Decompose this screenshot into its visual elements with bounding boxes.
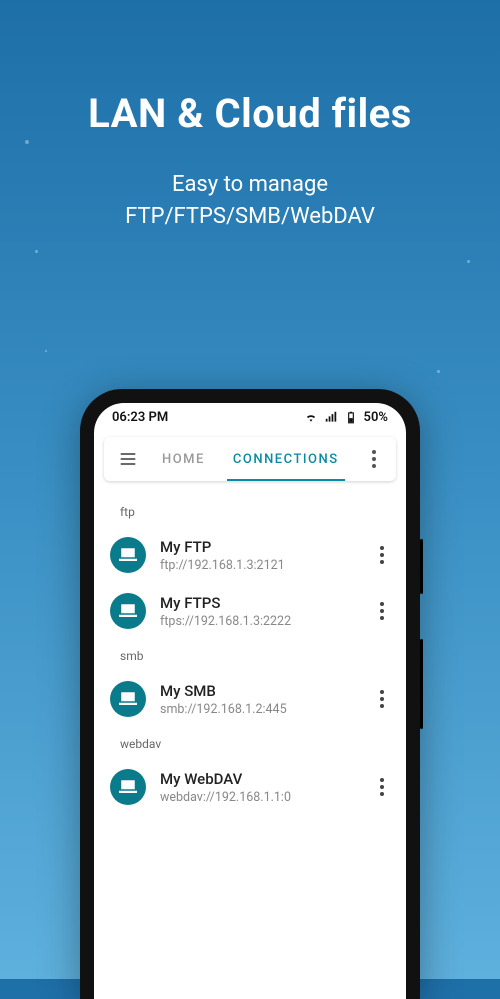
toolbar: HOME CONNECTIONS	[104, 437, 396, 481]
overflow-menu-button[interactable]	[356, 437, 392, 481]
connection-title: My FTPS	[160, 594, 366, 612]
battery-percent: 50%	[364, 410, 388, 425]
connection-address: webdav://192.168.1.1:0	[160, 790, 366, 805]
laptop-icon	[110, 593, 146, 629]
signal-icon	[324, 410, 338, 424]
more-vert-icon	[380, 690, 384, 708]
section-label-smb: smb	[94, 639, 406, 671]
row-menu-button[interactable]	[366, 591, 398, 631]
battery-icon	[344, 410, 358, 424]
promo-subtitle: Easy to manage FTP/FTPS/SMB/WebDAV	[0, 169, 500, 233]
promo-line2: FTP/FTPS/SMB/WebDAV	[0, 201, 500, 233]
row-menu-button[interactable]	[366, 767, 398, 807]
connection-address: ftp://192.168.1.3:2121	[160, 558, 366, 573]
more-vert-icon	[380, 778, 384, 796]
row-menu-button[interactable]	[366, 679, 398, 719]
connections-list: ftp My FTP ftp://192.168.1.3:2121 My FTP…	[94, 481, 406, 815]
section-label-webdav: webdav	[94, 727, 406, 759]
promo-line1: Easy to manage	[0, 169, 500, 201]
connection-address: ftps://192.168.1.3:2222	[160, 614, 366, 629]
more-vert-icon	[380, 602, 384, 620]
tab-connections[interactable]: CONNECTIONS	[219, 437, 353, 481]
connection-title: My FTP	[160, 538, 366, 556]
tab-home[interactable]: HOME	[148, 437, 219, 481]
status-time: 06:23 PM	[112, 410, 168, 425]
more-vert-icon	[380, 546, 384, 564]
connection-address: smb://192.168.1.2:445	[160, 702, 366, 717]
menu-button[interactable]	[108, 437, 148, 481]
phone-screen: 06:23 PM 50% HOME CONNECTIONS ftp	[94, 403, 406, 999]
connection-row[interactable]: My WebDAV webdav://192.168.1.1:0	[94, 759, 406, 815]
connection-title: My SMB	[160, 682, 366, 700]
more-vert-icon	[372, 450, 376, 468]
wifi-icon	[304, 410, 318, 424]
promo-title: LAN & Cloud files	[0, 90, 500, 137]
connection-title: My WebDAV	[160, 770, 366, 788]
phone-frame: 06:23 PM 50% HOME CONNECTIONS ftp	[80, 389, 420, 999]
laptop-icon	[110, 769, 146, 805]
laptop-icon	[110, 681, 146, 717]
connection-row[interactable]: My FTPS ftps://192.168.1.3:2222	[94, 583, 406, 639]
laptop-icon	[110, 537, 146, 573]
section-label-ftp: ftp	[94, 495, 406, 527]
hamburger-icon	[118, 449, 138, 469]
status-bar: 06:23 PM 50%	[94, 403, 406, 431]
connection-row[interactable]: My SMB smb://192.168.1.2:445	[94, 671, 406, 727]
row-menu-button[interactable]	[366, 535, 398, 575]
connection-row[interactable]: My FTP ftp://192.168.1.3:2121	[94, 527, 406, 583]
